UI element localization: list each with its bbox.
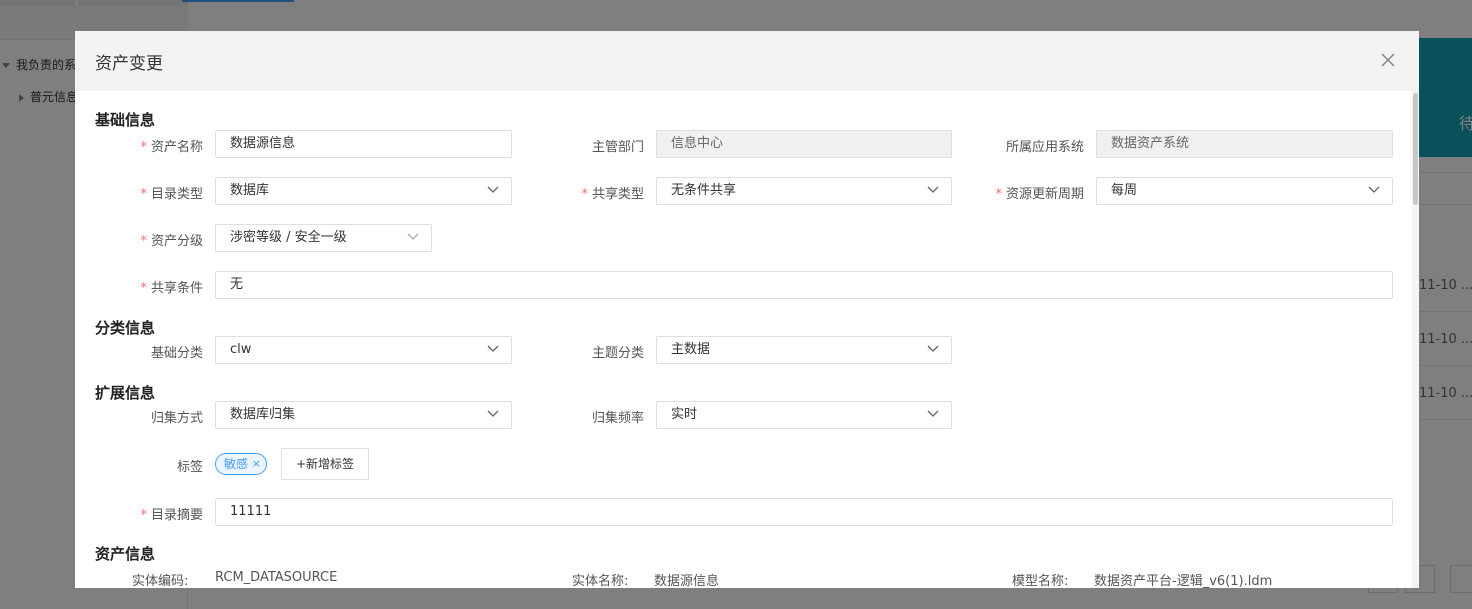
collect-method-label: 归集方式 [150, 411, 203, 426]
asset-name-input[interactable]: 数据源信息 [215, 130, 512, 158]
chevron-down-icon [487, 345, 499, 353]
chevron-down-icon [1368, 186, 1380, 194]
summary-input[interactable]: 11111 [215, 498, 1393, 526]
summary-label: * 目录摘要 [140, 508, 203, 523]
section-extended-info: 扩展信息 [95, 384, 156, 402]
tags-label: 标签 [176, 460, 203, 475]
chevron-down-icon [927, 345, 939, 353]
tag-chip[interactable]: 敏感 × [215, 453, 268, 475]
share-condition-label: * 共享条件 [140, 281, 203, 296]
app-system-label: 所属应用系统 [1005, 140, 1084, 155]
dialog-scrollbar[interactable] [1412, 91, 1419, 588]
add-tag-button[interactable]: +新增标签 [281, 448, 370, 480]
section-asset-info: 资产信息 [95, 545, 156, 563]
base-category-select[interactable]: clw [215, 336, 512, 364]
entity-name-label: 实体名称: [572, 574, 629, 588]
chevron-down-icon [927, 186, 939, 194]
asset-change-dialog: 资产变更 基础信息 * 资产名称 数据源信息 主管部门 信息中心 所属应用系统 数… [75, 31, 1419, 588]
entity-code-label: 实体编码: [132, 574, 189, 588]
chevron-down-icon [927, 410, 939, 418]
chevron-down-icon [407, 233, 419, 241]
entity-code-value: RCM_DATASOURCE [215, 570, 338, 585]
share-type-select[interactable]: 无条件共享 [656, 177, 952, 205]
collect-freq-label: 归集频率 [591, 411, 644, 426]
catalog-type-select[interactable]: 数据库 [215, 177, 512, 205]
dialog-title: 资产变更 [95, 54, 163, 74]
section-basic-info: 基础信息 [95, 111, 156, 129]
asset-level-label: * 资产分级 [140, 234, 203, 249]
update-cycle-label: * 资源更新周期 [995, 187, 1084, 202]
base-category-label: 基础分类 [150, 346, 203, 361]
update-cycle-select[interactable]: 每周 [1096, 177, 1393, 205]
collect-freq-select[interactable]: 实时 [656, 401, 952, 429]
collect-method-select[interactable]: 数据库归集 [215, 401, 512, 429]
model-name-label: 模型名称: [1012, 574, 1069, 588]
close-button[interactable] [1377, 49, 1399, 71]
chevron-down-icon [487, 186, 499, 194]
close-icon [1381, 53, 1395, 67]
share-condition-input[interactable]: 无 [215, 271, 1393, 299]
topic-category-select[interactable]: 主数据 [656, 336, 952, 364]
asset-name-label: * 资产名称 [140, 140, 203, 155]
scroll-thumb[interactable] [1413, 93, 1418, 205]
department-input: 信息中心 [656, 130, 952, 158]
dialog-header: 资产变更 [75, 31, 1419, 91]
tag-close-icon[interactable]: × [252, 454, 261, 474]
entity-name-value: 数据源信息 [654, 574, 720, 588]
app-system-input: 数据资产系统 [1096, 130, 1393, 158]
model-name-value: 数据资产平台-逻辑_v6(1).ldm [1094, 574, 1273, 588]
section-category-info: 分类信息 [95, 319, 156, 337]
department-label: 主管部门 [591, 140, 644, 155]
share-type-label: * 共享类型 [581, 187, 644, 202]
asset-level-cascader[interactable]: 涉密等级 / 安全一级 [215, 224, 432, 252]
catalog-type-label: * 目录类型 [140, 187, 203, 202]
chevron-down-icon [487, 410, 499, 418]
topic-category-label: 主题分类 [591, 346, 644, 361]
